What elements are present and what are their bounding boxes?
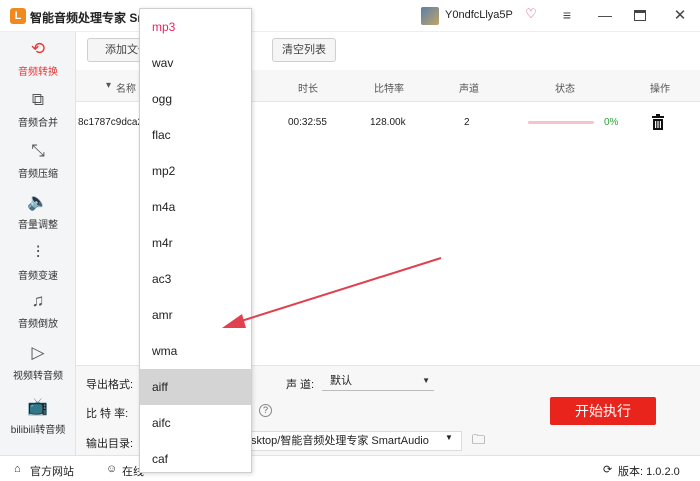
clear-list-button[interactable]: 清空列表 [272,38,336,62]
format-label: 导出格式: [86,379,134,391]
chevron-down-icon: ▼ [422,376,430,385]
sidebar-item-video-to-audio[interactable]: ▷ 视频转音频 [0,338,76,388]
convert-icon: ⟲ [30,39,46,58]
progress-text: 0% [604,117,619,128]
support-icon[interactable]: ☺ [106,463,117,475]
column-channels: 声道 [459,84,479,95]
format-option[interactable]: wav [140,45,251,81]
file-duration: 00:32:55 [288,117,327,128]
format-option[interactable]: mp3 [140,9,251,45]
reverse-icon: ♫ [31,291,45,310]
sidebar-item-bilibili-to-audio[interactable]: 📺 bilibili转音频 [0,392,76,442]
sidebar-item-audio-merge[interactable]: ⧉ 音频合并 [0,85,76,135]
bilibili-icon: 📺 [27,397,49,416]
vip-heart-icon[interactable]: ♡ [523,6,539,22]
conversion-progress-bar [528,121,594,124]
sidebar-item-label: 音频变速 [18,271,58,282]
website-link[interactable]: 官方网站 [30,463,74,479]
sidebar-item-label: 音频合并 [18,118,58,129]
sidebar-item-volume-adjust[interactable]: 🔈 音量调整 [0,187,76,237]
app-title: 智能音频处理专家 Sm [30,11,149,25]
close-icon[interactable]: ✕ [671,6,689,24]
sidebar-item-label: 视频转音频 [13,371,63,382]
column-action: 操作 [650,84,670,95]
trash-icon[interactable] [651,114,665,130]
format-option[interactable]: flac [140,117,251,153]
help-icon[interactable]: ? [259,404,272,417]
channel-label: 声 道: [286,379,315,391]
sidebar-item-label: 音频压缩 [18,169,58,180]
format-option[interactable]: aifc [140,405,251,441]
format-dropdown-list: mp3 wav ogg flac mp2 m4a m4r ac3 amr wma… [139,8,252,473]
compress-icon: ⤡ [31,141,45,160]
format-option[interactable]: aiff [140,369,251,405]
title-bar: L 智能音频处理专家 Sm Y0ndfcLlya5P ♡ ≡ — ✕ [0,0,700,32]
column-duration: 时长 [298,84,318,95]
video-to-audio-icon: ▷ [31,343,45,362]
format-option[interactable]: mp2 [140,153,251,189]
sidebar-item-label: 音量调整 [18,220,58,231]
file-channels: 2 [464,117,470,128]
maximize-icon[interactable] [634,10,646,21]
refresh-icon[interactable]: ⟳ [603,463,612,476]
sidebar: ⟲ 音频转换 ⧉ 音频合并 ⤡ 音频压缩 🔈 音量调整 ⫶ 音频变速 ♫ 音频倒… [0,32,76,455]
version-text: 版本: 1.0.2.0 [618,466,680,478]
minimize-icon[interactable]: — [596,7,614,25]
output-path-field[interactable]: sktop/智能音频处理专家 SmartAudio [246,431,462,451]
home-icon[interactable]: ⌂ [14,463,21,475]
sidebar-item-audio-convert[interactable]: ⟲ 音频转换 [0,34,76,84]
volume-icon: 🔈 [27,192,49,211]
folder-icon[interactable]: 🗀 [472,433,486,446]
output-label: 输出目录: [86,438,134,450]
sidebar-item-label: 音频转换 [18,67,58,78]
sidebar-item-audio-reverse[interactable]: ♫ 音频倒放 [0,286,76,336]
bitrate-label: 比 特 率: [86,408,129,420]
merge-icon: ⧉ [31,90,45,109]
sidebar-item-audio-speed[interactable]: ⫶ 音频变速 [0,238,76,288]
speed-icon: ⫶ [35,243,41,262]
menu-icon[interactable]: ≡ [558,7,576,25]
start-button[interactable]: 开始执行 [550,397,656,425]
sidebar-item-label: bilibili转音频 [10,425,66,436]
user-avatar[interactable] [421,7,439,25]
sort-caret-icon[interactable]: ▾ [106,80,111,91]
format-option[interactable]: wma [140,333,251,369]
output-chevron-down-icon[interactable]: ▼ [445,433,453,442]
app-logo-icon: L [10,8,26,24]
column-status: 状态 [555,84,575,95]
column-bitrate: 比特率 [374,84,404,95]
format-option[interactable]: m4r [140,225,251,261]
user-name[interactable]: Y0ndfcLlya5P [445,9,513,21]
file-bitrate: 128.00k [370,117,406,128]
format-option[interactable]: ogg [140,81,251,117]
format-option[interactable]: ac3 [140,261,251,297]
file-name: 8c1787c9dca2 [78,117,144,128]
format-option[interactable]: caf [140,441,251,472]
channel-value: 默认 [330,375,352,387]
sidebar-item-audio-compress[interactable]: ⤡ 音频压缩 [0,136,76,186]
format-option[interactable]: amr [140,297,251,333]
format-option[interactable]: m4a [140,189,251,225]
sidebar-item-label: 音频倒放 [18,319,58,330]
status-bar: ⌂ 官方网站 ☺ 在线 ⟳ 版本: 1.0.2.0 [0,455,700,481]
channel-select[interactable]: 默认 ▼ [322,371,434,391]
